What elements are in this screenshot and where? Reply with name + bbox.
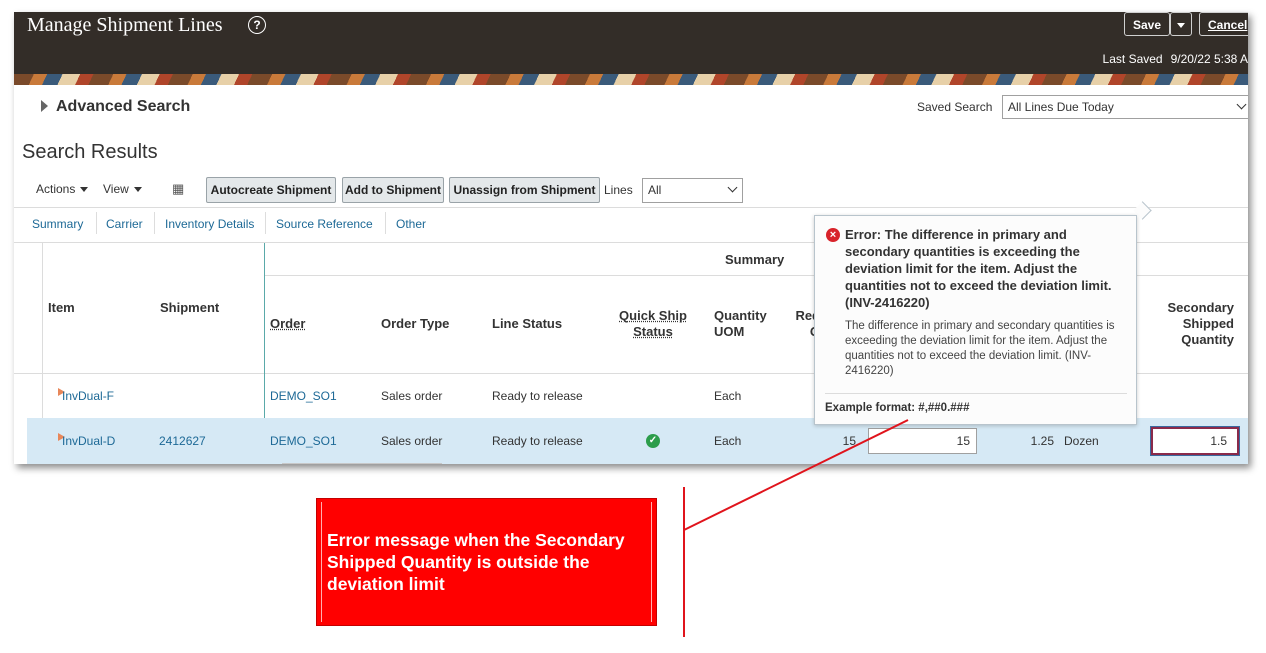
callout-pointer-line	[683, 419, 909, 531]
callout-text: Error message when the Secondary Shipped…	[327, 530, 625, 594]
annotation-callout: Error message when the Secondary Shipped…	[316, 498, 657, 626]
